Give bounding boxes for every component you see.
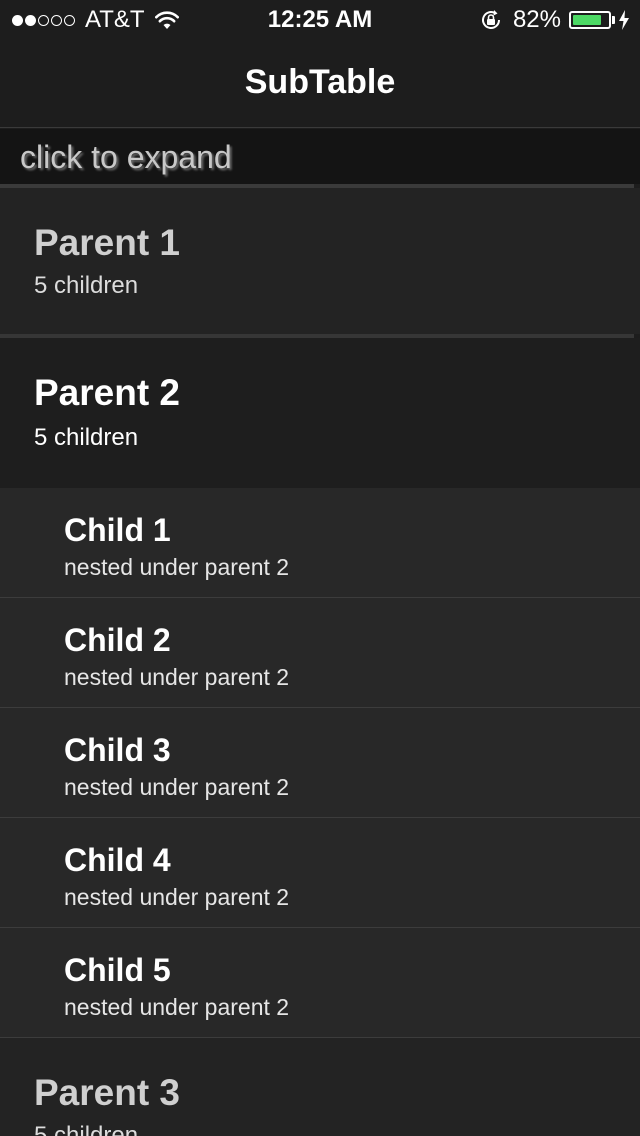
battery-level-fill — [573, 15, 601, 25]
page-title: SubTable — [244, 63, 396, 101]
status-right: 82% — [479, 0, 630, 40]
parent-title: Parent 2 — [34, 372, 181, 413]
parent-subtitle: 5 children — [34, 272, 139, 299]
child-subtitle: nested under parent 2 — [64, 554, 290, 580]
child-row-5[interactable]: Child 5 nested under parent 2 — [0, 928, 640, 1038]
child-row-1[interactable]: Child 1 nested under parent 2 — [0, 488, 640, 598]
screen: AT&T 12:25 AM 82% SubTable click to expa… — [0, 0, 640, 1136]
child-title: Child 2 — [64, 622, 171, 658]
navigation-bar: SubTable — [0, 40, 640, 128]
child-title: Child 1 — [64, 512, 171, 548]
child-row-4[interactable]: Child 4 nested under parent 2 — [0, 818, 640, 928]
child-subtitle: nested under parent 2 — [64, 884, 290, 910]
parent-subtitle: 5 children — [34, 424, 139, 451]
child-row-3[interactable]: Child 3 nested under parent 2 — [0, 708, 640, 818]
child-title: Child 3 — [64, 732, 171, 768]
child-subtitle: nested under parent 2 — [64, 774, 290, 800]
parent-row-2[interactable]: Parent 2 5 children — [0, 338, 640, 488]
child-title: Child 5 — [64, 952, 171, 988]
battery-tip — [612, 16, 615, 24]
parent-subtitle: 5 children — [34, 1122, 139, 1136]
battery-percentage: 82% — [512, 6, 561, 33]
parent-title: Parent 1 — [34, 222, 181, 263]
table-header-label: click to expand — [20, 139, 232, 175]
child-subtitle: nested under parent 2 — [64, 664, 290, 690]
parent-row-1[interactable]: Parent 1 5 children — [0, 188, 640, 334]
battery-icon — [569, 11, 611, 29]
child-row-2[interactable]: Child 2 nested under parent 2 — [0, 598, 640, 708]
parent-row-3[interactable]: Parent 3 5 children — [0, 1038, 640, 1136]
expandable-table: Parent 1 5 children Parent 2 5 children … — [0, 188, 640, 1136]
charging-bolt-icon — [619, 10, 629, 30]
rotation-lock-icon — [481, 10, 500, 29]
parent-title: Parent 3 — [34, 1072, 181, 1113]
child-title: Child 4 — [64, 842, 171, 878]
table-header: click to expand — [0, 129, 640, 184]
child-subtitle: nested under parent 2 — [64, 994, 290, 1020]
status-bar: AT&T 12:25 AM 82% — [0, 0, 640, 40]
